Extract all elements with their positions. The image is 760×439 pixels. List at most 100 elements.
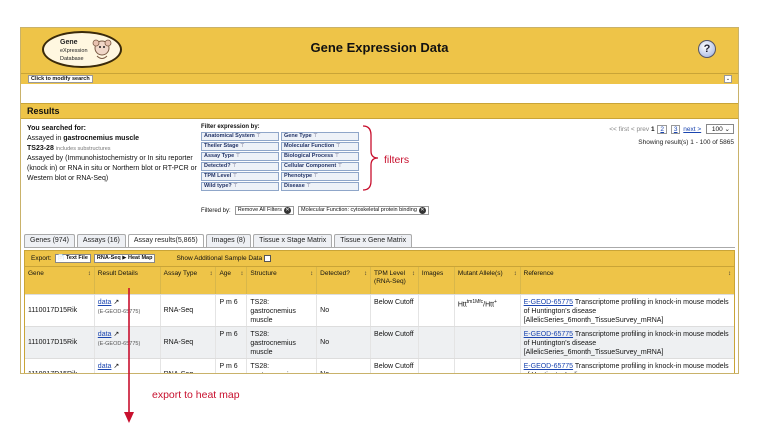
- search-summary: You searched for: Assayed in gastrocnemi…: [27, 125, 197, 182]
- structure-cell: TS28: gastrocnemius muscle: [247, 359, 318, 373]
- column-header-6[interactable]: TPM Level (RNA-Seq) ↕: [371, 267, 419, 294]
- export-text-file-button[interactable]: 📄 Text File: [54, 254, 91, 263]
- page-size-select[interactable]: 100 ⌄: [706, 124, 734, 134]
- filter-left-4-button[interactable]: TPM Level ⊤: [201, 172, 279, 181]
- column-header-5[interactable]: Detected? ↕: [317, 267, 372, 294]
- checkbox[interactable]: [264, 255, 272, 262]
- reference-cell: E-GEOD-65775 Transcriptome profiling in …: [523, 331, 729, 356]
- filter-right-5-button[interactable]: Disease ⊤: [281, 182, 359, 191]
- structure-cell: TS28: gastrocnemius muscle: [247, 295, 318, 326]
- export-arrow: [124, 288, 134, 423]
- column-header-3[interactable]: Age ↕: [216, 267, 248, 294]
- age-cell: P m 6: [216, 327, 248, 358]
- column-header-9[interactable]: Reference ↕: [521, 267, 734, 294]
- column-header-4[interactable]: Structure ↕: [247, 267, 318, 294]
- filter-left-3-button[interactable]: Detected? ⊤: [201, 162, 279, 171]
- assay-type-cell: RNA-Seq: [161, 327, 217, 358]
- allele-cell: [455, 327, 521, 358]
- first-page-link[interactable]: << first: [609, 126, 629, 133]
- filter-right-4-button[interactable]: Phenotype ⊤: [281, 172, 359, 181]
- structure-cell: TS28: gastrocnemius muscle: [247, 327, 318, 358]
- filter-right-3-button[interactable]: Cellular Component ⊤: [281, 162, 359, 171]
- column-header-2[interactable]: Assay Type ↕: [161, 267, 217, 294]
- reference-link[interactable]: E-GEOD-65775: [524, 299, 573, 306]
- filter-right-0-button[interactable]: Gene Type ⊤: [281, 132, 359, 141]
- external-link-icon: ↗: [113, 363, 120, 370]
- sort-icon: ↕: [513, 271, 517, 277]
- filter-icon: ⊤: [334, 153, 340, 159]
- data-link[interactable]: data: [98, 363, 112, 370]
- prev-page-link[interactable]: < prev: [631, 126, 649, 133]
- images-cell: [419, 327, 455, 358]
- results-title: Results: [27, 106, 60, 116]
- page-title: Gene Expression Data: [310, 40, 449, 55]
- tab-1[interactable]: Assays (16): [76, 234, 126, 247]
- close-icon: ✕: [418, 207, 426, 214]
- filter-icon: ⊤: [306, 183, 311, 189]
- sort-icon: ↕: [240, 271, 244, 277]
- next-page-link[interactable]: next >: [683, 126, 701, 133]
- page-3-link[interactable]: 3: [670, 125, 681, 134]
- show-additional-sample-data[interactable]: Show Additional Sample Data: [176, 255, 272, 262]
- filter-label: Filter expression by:: [201, 124, 260, 130]
- page-2-link[interactable]: 2: [657, 125, 668, 134]
- column-header-0[interactable]: Gene ↕: [25, 267, 95, 294]
- filter-left-1-button[interactable]: Theiler Stage ⊤: [201, 142, 279, 151]
- detected-cell: No: [317, 359, 372, 373]
- reference-link[interactable]: E-GEOD-65775: [524, 331, 573, 338]
- tab-3[interactable]: Images (8): [205, 234, 252, 247]
- page-1: 1: [650, 126, 655, 133]
- filter-left-5-button[interactable]: Wild type? ⊤: [201, 182, 279, 191]
- sort-icon: ↕: [209, 271, 213, 277]
- filter-icon: ⊤: [256, 133, 261, 139]
- export-heat-map-button[interactable]: RNA-Seq ▶ Heat Map: [93, 254, 156, 263]
- filters-annotation: filters: [384, 154, 410, 166]
- age-cell: P m 6: [216, 359, 248, 373]
- result-tabs: Genes (974) Assays (16) Assay results(5,86…: [24, 234, 413, 248]
- modify-search-button[interactable]: Click to modify search: [28, 75, 93, 83]
- export-label: Export:: [31, 255, 52, 262]
- results-header: Results: [21, 103, 738, 119]
- sort-icon: ↕: [87, 271, 91, 277]
- tab-4[interactable]: Tissue x Stage Matrix: [253, 234, 333, 247]
- tpm-cell: Below Cutoff: [371, 295, 419, 326]
- pagination: << first < prev 1 2 3 next > 100 ⌄ Showi…: [566, 124, 734, 146]
- tab-0[interactable]: Genes (974): [24, 234, 75, 247]
- gene-cell: 1110017D15Rik: [25, 295, 95, 326]
- sort-icon: ↕: [364, 271, 368, 277]
- allele-cell: [455, 359, 521, 373]
- filter-icon: ⊤: [233, 183, 238, 189]
- help-icon[interactable]: ?: [698, 40, 716, 58]
- gene-cell: 1110017D15Rik: [25, 327, 95, 358]
- reference-cell: E-GEOD-65775 Transcriptome profiling in …: [523, 299, 729, 324]
- column-header-8[interactable]: Mutant Allele(s) ↕: [455, 267, 521, 294]
- filter-right-2-button[interactable]: Biological Process ⊤: [281, 152, 359, 161]
- tab-5[interactable]: Tissue x Gene Matrix: [334, 234, 413, 247]
- reference-link[interactable]: E-GEOD-65775: [524, 363, 573, 370]
- data-link[interactable]: data: [98, 331, 112, 338]
- filter-icon: ⊤: [337, 163, 343, 169]
- filter-buttons: Anatomical System ⊤ Gene Type ⊤ Theiler St…: [201, 132, 381, 191]
- tab-2[interactable]: Assay results(5,865): [127, 234, 204, 248]
- tab-divider: [24, 247, 735, 248]
- reference-cell: E-GEOD-65775 Transcriptome profiling in …: [523, 363, 729, 373]
- filter-icon: ⊤: [335, 143, 341, 149]
- filter-left-0-button[interactable]: Anatomical System ⊤: [201, 132, 279, 141]
- filter-icon: ⊤: [313, 173, 319, 179]
- filter-chip-molecular-function[interactable]: Molecular Function: cytoskeletal protein…: [298, 206, 429, 215]
- filter-icon: ⊤: [240, 143, 245, 149]
- filter-icon: ⊤: [232, 173, 238, 179]
- external-link-icon: ↗: [113, 331, 120, 338]
- assay-type-cell: RNA-Seq: [161, 295, 217, 326]
- tpm-cell: Below Cutoff: [371, 327, 419, 358]
- close-icon: ✕: [284, 207, 292, 214]
- filter-right-1-button[interactable]: Molecular Function ⊤: [281, 142, 359, 151]
- filter-left-2-button[interactable]: Assay Type ⊤: [201, 152, 279, 161]
- data-link[interactable]: data: [98, 299, 112, 306]
- assay-type-cell: RNA-Seq: [161, 359, 217, 373]
- age-cell: P m 6: [216, 295, 248, 326]
- remove-all-filters-button[interactable]: Remove All Filters ✕: [234, 206, 295, 215]
- chevron-down-icon[interactable]: ⌄: [724, 75, 732, 83]
- images-cell: [419, 359, 455, 373]
- column-header-7[interactable]: Images: [419, 267, 455, 294]
